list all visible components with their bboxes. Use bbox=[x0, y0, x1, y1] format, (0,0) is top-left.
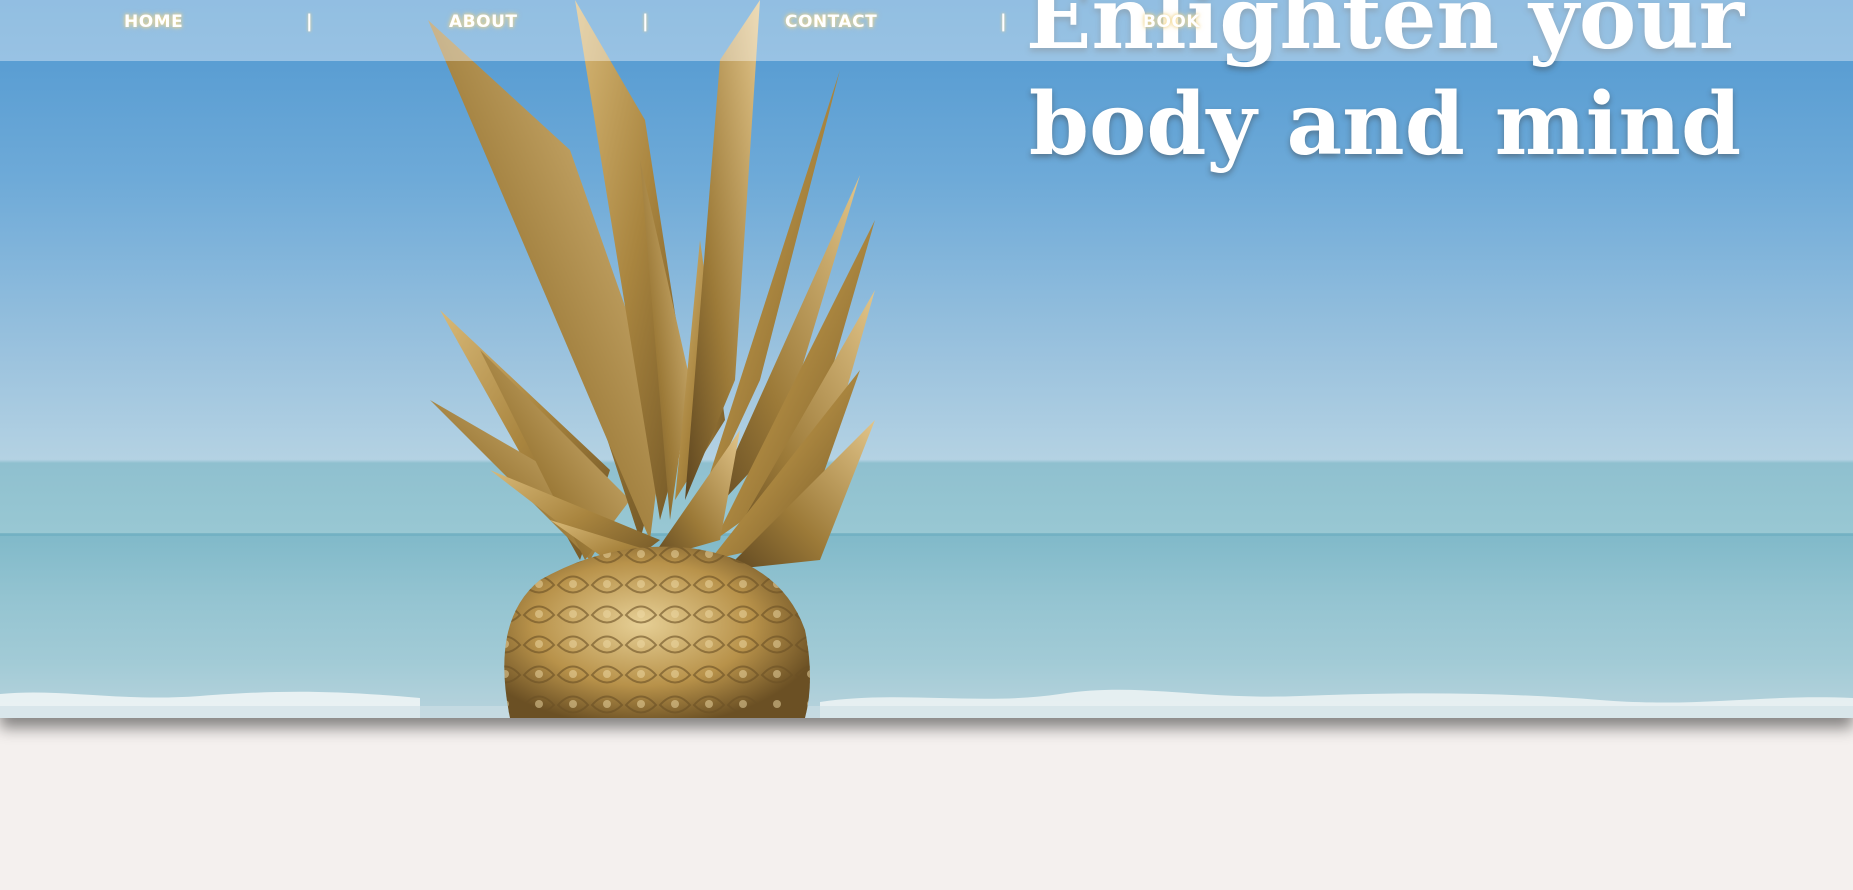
horizon-line bbox=[0, 533, 1853, 536]
nav-separator: | bbox=[306, 11, 313, 32]
nav-separator: | bbox=[1000, 11, 1007, 32]
nav-book-link[interactable]: BOOK bbox=[1143, 12, 1200, 32]
nav-about-link[interactable]: ABOUT bbox=[449, 12, 517, 32]
nav-separator: | bbox=[642, 11, 649, 32]
hero-banner: Enlighten your body and mind bbox=[0, 0, 1853, 718]
nav-home-link[interactable]: HOME bbox=[124, 12, 183, 32]
golden-pineapple-image bbox=[428, 0, 875, 718]
nav-contact-link[interactable]: CONTACT bbox=[785, 12, 877, 32]
top-navigation: HOME | ABOUT | CONTACT | BOOK bbox=[0, 0, 1853, 61]
wave-foam bbox=[0, 689, 1853, 718]
